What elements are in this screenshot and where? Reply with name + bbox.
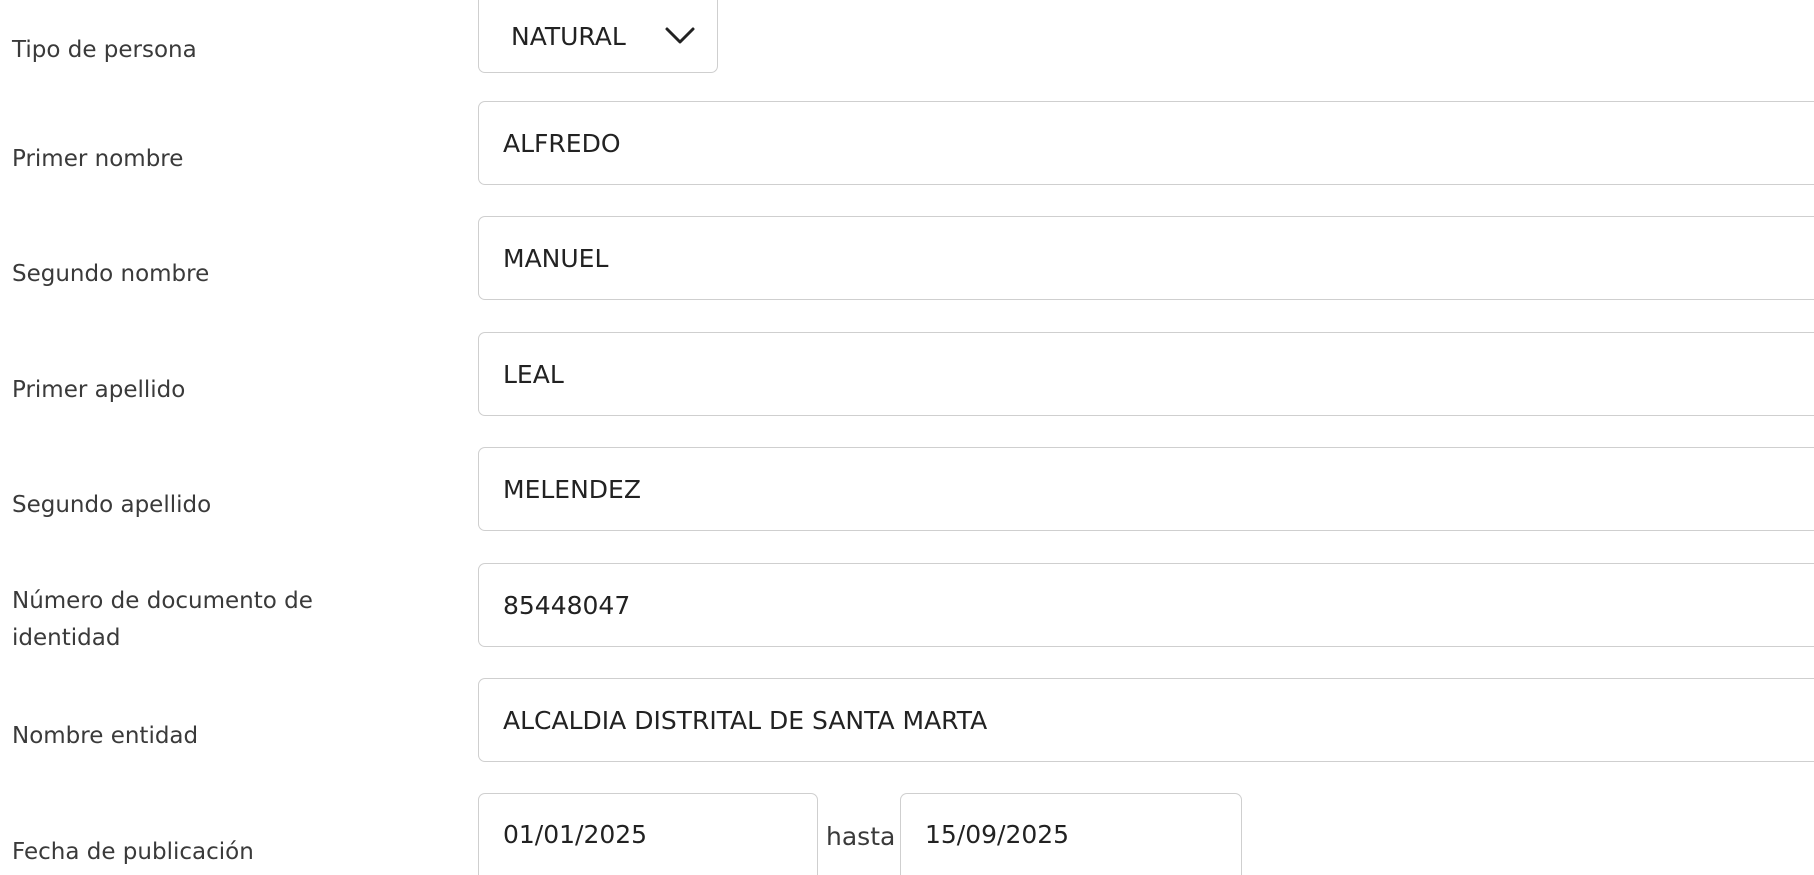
- search-form: Tipo de persona NATURAL Primer nombre Se…: [0, 0, 1814, 875]
- primer-nombre-label: Primer nombre: [12, 146, 184, 172]
- segundo-nombre-input[interactable]: [478, 216, 1814, 300]
- fecha-hasta-input[interactable]: [900, 793, 1242, 875]
- segundo-apellido-label: Segundo apellido: [12, 492, 212, 518]
- nombre-entidad-label: Nombre entidad: [12, 723, 199, 749]
- tipo-persona-select[interactable]: NATURAL: [478, 0, 718, 73]
- primer-apellido-label: Primer apellido: [12, 377, 186, 403]
- chevron-down-icon: [663, 19, 697, 53]
- numero-documento-label-line1: Número de documento de: [12, 588, 313, 614]
- primer-apellido-input[interactable]: [478, 332, 1814, 416]
- tipo-persona-value: NATURAL: [511, 21, 626, 51]
- primer-nombre-input[interactable]: [478, 101, 1814, 185]
- fecha-desde-input[interactable]: [478, 793, 818, 875]
- numero-documento-input[interactable]: [478, 563, 1814, 647]
- numero-documento-label-line2: identidad: [12, 625, 121, 651]
- segundo-apellido-input[interactable]: [478, 447, 1814, 531]
- fecha-separator: hasta: [826, 822, 896, 851]
- tipo-persona-label: Tipo de persona: [12, 37, 197, 63]
- numero-documento-label: Número de documento de identidad: [12, 583, 352, 657]
- fecha-publicacion-label: Fecha de publicación: [12, 839, 254, 865]
- nombre-entidad-input[interactable]: [478, 678, 1814, 762]
- segundo-nombre-label: Segundo nombre: [12, 261, 210, 287]
